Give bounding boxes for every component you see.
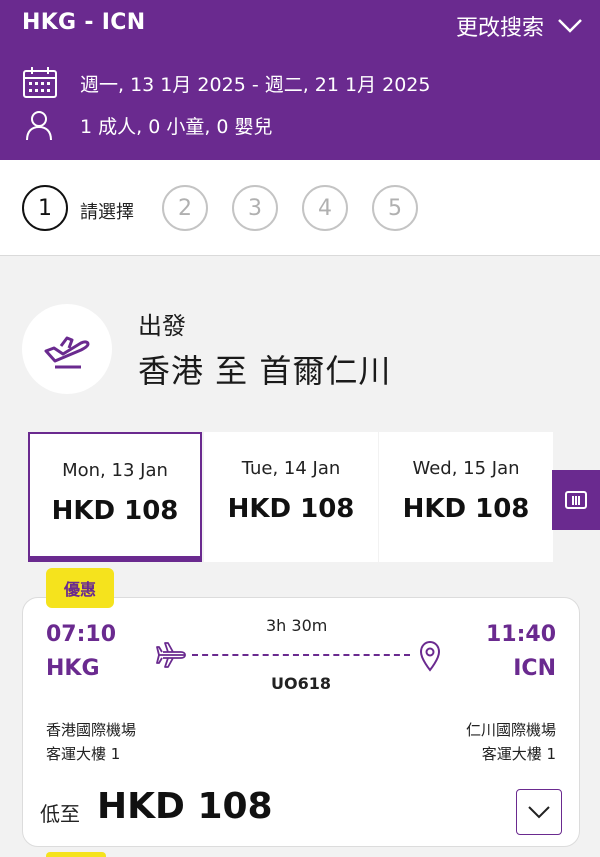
- route-title: HKG - ICN: [22, 10, 146, 35]
- flight-price: HKD 108: [97, 786, 273, 827]
- departure-label: 出發: [138, 312, 186, 340]
- travel-dates: 週一, 13 1月 2025 - 週二, 21 1月 2025: [22, 66, 431, 100]
- next-promo-badge: [46, 852, 106, 857]
- step-1-label: 請選擇: [80, 202, 134, 223]
- plane-icon: [156, 642, 186, 668]
- departure-terminal: 客運大樓 1: [46, 745, 121, 763]
- step-3: 3: [232, 185, 278, 231]
- open-calendar-button[interactable]: [552, 470, 600, 530]
- arrival-airport: 仁川國際機場 客運大樓 1: [466, 718, 556, 766]
- date-tab-date: Wed, 15 Jan: [412, 458, 520, 479]
- date-selector: Mon, 13 Jan HKD 108 Tue, 14 Jan HKD 108 …: [20, 432, 580, 562]
- expand-fares-button[interactable]: [516, 789, 562, 835]
- date-tab-date: Mon, 13 Jan: [62, 460, 168, 481]
- step-4: 4: [302, 185, 348, 231]
- arrival-code: ICN: [513, 656, 556, 681]
- arrival-terminal: 客運大樓 1: [481, 745, 556, 763]
- date-tab-price: HKD 108: [402, 494, 530, 524]
- search-summary-header: HKG - ICN 更改搜索 週一, 13 1月 2025 - 週二, 21 1…: [0, 0, 600, 160]
- change-search-link[interactable]: 更改搜索: [456, 10, 544, 42]
- date-tab-price: HKD 108: [51, 496, 179, 526]
- date-tab-selected[interactable]: Mon, 13 Jan HKD 108: [28, 432, 202, 562]
- departure-icon-badge: [22, 304, 112, 394]
- booking-steps: 1 請選擇 2 3 4 5: [0, 160, 600, 256]
- price-prefix: 低至: [40, 802, 80, 826]
- flight-path-line: [192, 654, 410, 656]
- plane-takeoff-icon: [44, 336, 90, 369]
- chevron-down-icon: [528, 806, 550, 819]
- flight-duration: 3h 30m: [266, 616, 328, 635]
- date-tab[interactable]: Wed, 15 Jan HKD 108: [379, 432, 553, 562]
- step-2: 2: [162, 185, 208, 231]
- departure-time: 07:10: [46, 622, 117, 647]
- departure-route: 香港 至 首爾仁川: [138, 352, 392, 390]
- chevron-down-icon[interactable]: [554, 12, 586, 40]
- date-tab-price: HKD 108: [227, 494, 355, 524]
- person-icon: [26, 111, 52, 141]
- step-1: 1: [22, 185, 68, 231]
- departure-code: HKG: [46, 656, 100, 681]
- departure-airport: 香港國際機場 客運大樓 1: [46, 718, 136, 766]
- passenger-summary-text: 1 成人, 0 小童, 0 嬰兒: [80, 115, 273, 138]
- departure-airport-name: 香港國際機場: [46, 721, 137, 739]
- arrival-airport-name: 仁川國際機場: [465, 721, 556, 739]
- flight-number: UO618: [271, 674, 331, 693]
- date-tab[interactable]: Tue, 14 Jan HKD 108: [204, 432, 378, 562]
- date-tab-date: Tue, 14 Jan: [241, 458, 341, 479]
- travel-dates-text: 週一, 13 1月 2025 - 週二, 21 1月 2025: [80, 73, 431, 96]
- arrival-time: 11:40: [485, 622, 556, 647]
- step-5: 5: [372, 185, 418, 231]
- calendar-icon: [23, 67, 57, 98]
- calendar-grid-icon: [565, 491, 587, 509]
- location-pin-icon: [419, 640, 441, 672]
- passenger-summary: 1 成人, 0 小童, 0 嬰兒: [22, 108, 273, 142]
- promo-badge: 優惠: [46, 568, 114, 608]
